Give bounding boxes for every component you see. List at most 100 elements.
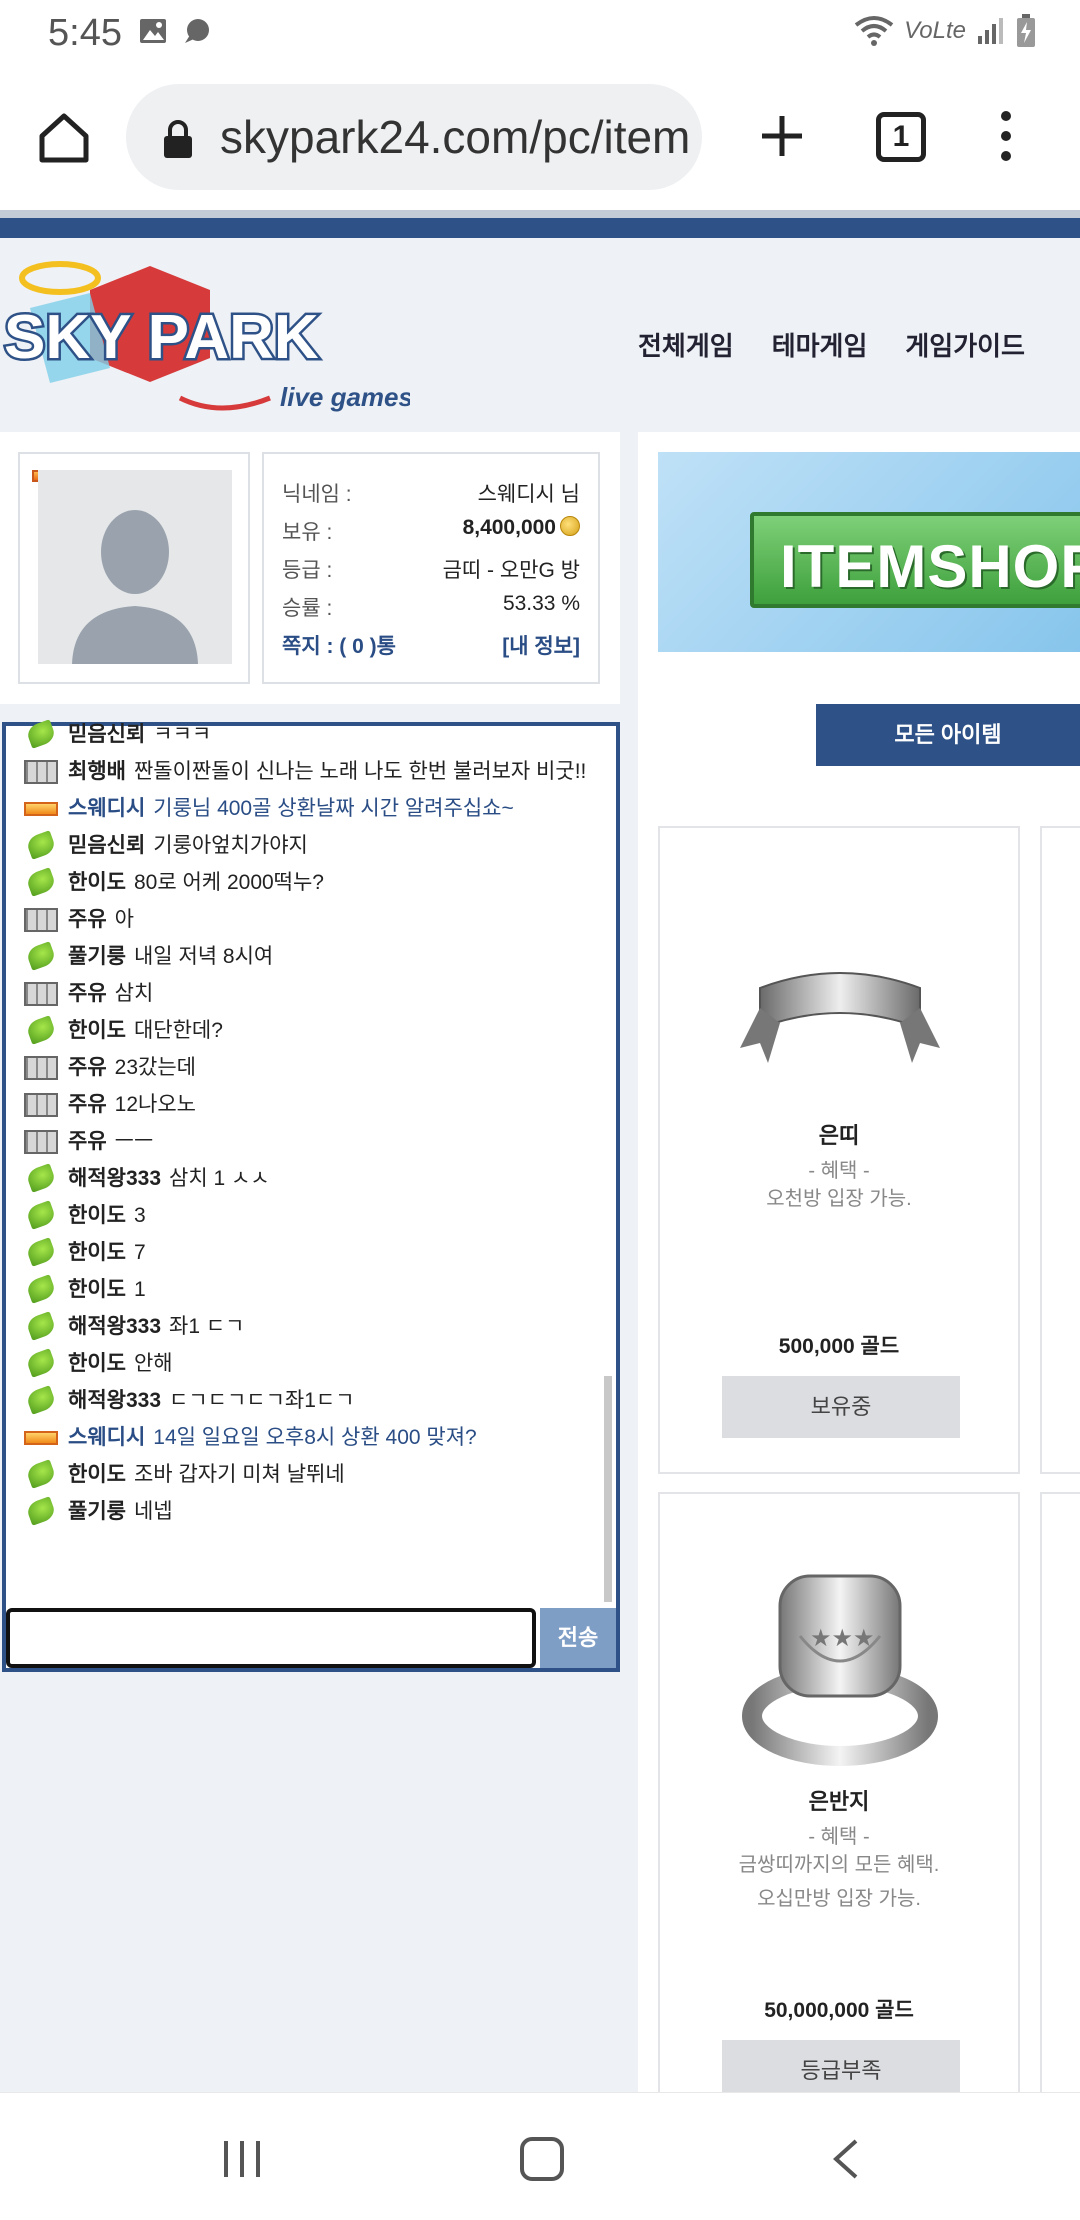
balance-row: 보유 : 8,400,000: [282, 510, 580, 548]
battery-icon: [1017, 14, 1035, 47]
leaf-rank-icon: [25, 1015, 57, 1045]
chat-text: 7: [133, 1241, 146, 1264]
url-bar[interactable]: skypark24.com/pc/item: [126, 84, 702, 190]
nav-all-games[interactable]: 전체게임: [638, 326, 734, 363]
chat-nickname[interactable]: 주유: [68, 1130, 107, 1153]
brick-rank-icon: [24, 1056, 58, 1080]
nickname-value: 스웨디시 님: [477, 483, 580, 506]
winrate-row: 승률 : 53.33 %: [282, 586, 580, 624]
chat-text: ㅡㅡ: [114, 1130, 154, 1153]
leaf-rank-icon: [25, 867, 57, 897]
chat-nickname[interactable]: 한이도: [68, 871, 126, 894]
chat-nickname[interactable]: 주유: [68, 908, 107, 931]
chat-input[interactable]: [6, 1608, 536, 1668]
brick-rank-icon: [24, 908, 58, 932]
chat-nickname[interactable]: 한이도: [68, 1204, 126, 1227]
chat-nickname[interactable]: 주유: [68, 1093, 107, 1116]
more-menu-icon[interactable]: [996, 106, 1016, 166]
item-insufficient-grade-button[interactable]: 등급부족: [722, 2040, 960, 2092]
item-card: 은띠 - 혜택 - 오천방 입장 가능. 500,000 골드 보유중: [658, 826, 1020, 1474]
chat-message: 스웨디시 14일 일요일 오후8시 상환 400 맞져?: [24, 1419, 610, 1456]
chat-nickname[interactable]: 해적왕333: [68, 1167, 161, 1190]
wifi-icon: [854, 16, 894, 46]
grade-row: 등급 : 금띠 - 오만G 방: [282, 548, 580, 586]
my-info-link[interactable]: [내 정보]: [502, 630, 580, 660]
chat-message: 주유 12나오노: [24, 1086, 610, 1123]
chat-text: 1: [133, 1278, 146, 1301]
chat-nickname[interactable]: 믿음신뢰: [68, 723, 145, 746]
chat-message-list[interactable]: 믿음신뢰 ㅋㅋㅋ 최행배 짠돌이짠돌이 신나는 노래 나도 한번 불러보자 비굿!! 스…: [6, 716, 610, 1596]
chat-text: ㅋㅋㅋ: [153, 723, 212, 746]
chat-nickname[interactable]: 스웨디시: [68, 797, 145, 820]
send-button[interactable]: 전송: [540, 1608, 616, 1668]
chat-panel: 믿음신뢰 ㅋㅋㅋ 최행배 짠돌이짠돌이 신나는 노래 나도 한번 불러보자 비굿!! 스…: [2, 719, 620, 1672]
chat-nickname[interactable]: 최행배: [68, 760, 126, 783]
leaf-rank-icon: [25, 1311, 57, 1341]
item-owned-button[interactable]: 보유중: [722, 1376, 960, 1438]
coin-icon: [560, 516, 580, 536]
messages-link[interactable]: 쪽지 : ( 0 )통: [282, 630, 396, 660]
chat-nickname[interactable]: 풀기룽: [68, 1500, 126, 1523]
brick-rank-icon: [24, 760, 58, 784]
chat-nickname[interactable]: 주유: [68, 982, 107, 1005]
nickname-row: 닉네임 : 스웨디시 님: [282, 472, 580, 510]
leaf-rank-icon: [25, 1200, 57, 1230]
silver-ring-icon: ★★★: [742, 1574, 938, 1766]
chat-nickname[interactable]: 주유: [68, 1056, 107, 1079]
recent-apps-icon[interactable]: [222, 2139, 262, 2179]
nav-game-guide[interactable]: 게임가이드: [905, 326, 1025, 363]
chat-message: 주유 아: [24, 901, 610, 938]
leaf-rank-icon: [25, 1274, 57, 1304]
home-nav-icon[interactable]: [520, 2137, 564, 2181]
chat-nickname[interactable]: 한이도: [68, 1019, 126, 1042]
chat-text: 아: [114, 908, 134, 931]
chat-text: 대단한데?: [133, 1019, 223, 1042]
chat-text: 기룽님 400골 상환날짜 시간 알려주십쇼~: [153, 797, 514, 820]
status-bar: 5:45 VoLte: [0, 0, 1080, 66]
item-price: 50,000,000 골드: [764, 1999, 914, 2022]
chat-message: 스웨디시 기룽님 400골 상환날짜 시간 알려주십쇼~: [24, 790, 610, 827]
skypark-logo[interactable]: SKY PARK live games: [0, 258, 410, 428]
chat-message: 믿음신뢰 기룽아엎치가야지: [24, 827, 610, 864]
chat-message: 해적왕333 좌1 ㄷㄱ: [24, 1308, 610, 1345]
chat-nickname[interactable]: 한이도: [68, 1241, 126, 1264]
chat-text: 14일 일요일 오후8시 상환 400 맞져?: [153, 1426, 477, 1449]
chat-nickname[interactable]: 한이도: [68, 1278, 126, 1301]
nav-theme-games[interactable]: 테마게임: [772, 326, 868, 363]
balance-value-wrap: 8,400,000: [463, 516, 580, 540]
notification-icons: [138, 16, 212, 46]
chat-nickname[interactable]: 스웨디시: [68, 1426, 145, 1449]
tab-switcher-button[interactable]: 1: [876, 112, 926, 162]
itemshop-banner[interactable]: ITEMSHOP: [658, 452, 1080, 652]
chat-message: 해적왕333 ㄷㄱㄷㄱㄷㄱ좌1ㄷㄱ: [24, 1382, 610, 1419]
gold-bar-rank-icon: [24, 1431, 58, 1445]
chat-nickname[interactable]: 한이도: [68, 1463, 126, 1486]
chat-input-row: 전송: [6, 1606, 616, 1668]
banner-sign: ITEMSHOP: [750, 512, 1080, 608]
all-items-button[interactable]: 모든 아이템: [816, 704, 1080, 766]
new-tab-icon[interactable]: [752, 106, 812, 166]
item-name: 은띠: [818, 1123, 860, 1148]
chat-nickname[interactable]: 믿음신뢰: [68, 834, 145, 857]
banner-text: ITEMSHOP: [780, 533, 1080, 600]
leaf-rank-icon: [25, 941, 57, 971]
volte-label: VoLte: [904, 17, 966, 44]
chat-text: 80로 어케 2000떡누?: [133, 871, 324, 894]
chat-nickname[interactable]: 풀기룽: [68, 945, 126, 968]
chat-message: 풀기룽 네넵: [24, 1493, 610, 1530]
item-benefit-line: 오십만방 입장 가능.: [757, 1888, 921, 1910]
chat-nickname[interactable]: 해적왕333: [68, 1315, 161, 1338]
grade-value: 금띠 - 오만G 방: [442, 559, 580, 582]
web-page: SKY PARK live games 전체게임 테마게임 게임가이드 닉네임 …: [0, 210, 1080, 2092]
chat-nickname[interactable]: 해적왕333: [68, 1389, 161, 1412]
back-icon[interactable]: [830, 2137, 860, 2181]
home-icon[interactable]: [34, 108, 94, 168]
item-benefit-title: - 혜택 -: [808, 1826, 870, 1848]
chat-message: 최행배 짠돌이짠돌이 신나는 노래 나도 한번 불러보자 비굿!!: [24, 753, 610, 790]
winrate-value: 53.33 %: [502, 592, 580, 615]
chat-scrollbar[interactable]: [604, 1376, 612, 1602]
item-benefit-title: - 혜택 -: [808, 1160, 870, 1182]
logo-text: SKY PARK: [4, 303, 319, 372]
chat-nickname[interactable]: 한이도: [68, 1352, 126, 1375]
gallery-icon: [140, 19, 166, 43]
